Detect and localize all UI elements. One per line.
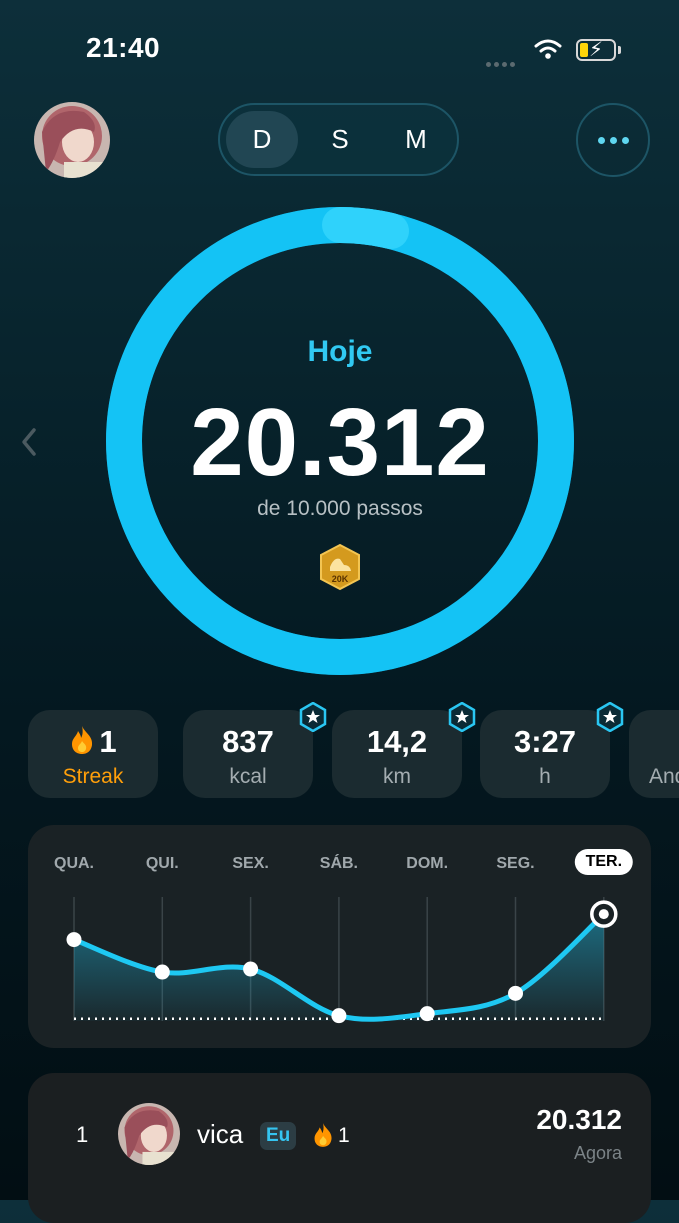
chart-point	[331, 1008, 347, 1024]
star-badge-icon	[448, 702, 476, 732]
battery-cap	[618, 46, 621, 54]
leaderboard-username: vica	[197, 1119, 244, 1149]
leaderboard-rank: 1	[76, 1122, 89, 1147]
kcal-value: 837	[222, 724, 274, 759]
achievement-badge-20k[interactable]: 20K	[318, 543, 362, 596]
streak-label: Streak	[62, 765, 124, 788]
km-label: km	[383, 765, 411, 788]
segment-day[interactable]: D	[226, 111, 298, 168]
streak-value: 1	[99, 724, 117, 759]
chart-point	[419, 1006, 435, 1022]
stat-card-kcal[interactable]: 837 kcal	[183, 702, 327, 798]
km-value: 14,2	[366, 724, 428, 759]
kcal-label: kcal	[229, 765, 267, 788]
me-tag: Eu	[260, 1122, 297, 1150]
more-options-button[interactable]	[576, 103, 650, 177]
chart-point	[154, 964, 170, 980]
partial-stat-label: And	[649, 765, 679, 788]
weekly-steps-chart[interactable]: QUA. QUI. SEX. SÁB. DOM. SEG. TER.	[28, 825, 651, 1048]
hours-value: 3:27	[513, 724, 577, 759]
wifi-icon	[534, 39, 562, 59]
svg-text:20K: 20K	[332, 574, 349, 584]
chart-point	[243, 961, 259, 977]
chevron-left-icon[interactable]	[16, 418, 42, 466]
star-badge-icon	[596, 702, 624, 732]
stat-card-km[interactable]: 14,2 km	[332, 702, 476, 798]
star-badge-icon	[299, 702, 327, 732]
period-segmented-control: D S M	[218, 103, 459, 176]
stat-card-streak[interactable]: 1 Streak	[28, 710, 158, 798]
chart-point	[508, 985, 523, 1001]
step-goal-text: de 10.000 passos	[257, 497, 423, 520]
chart-point-selected-dot	[598, 909, 609, 920]
profile-avatar[interactable]	[34, 102, 110, 178]
flame-icon	[69, 725, 95, 763]
leaderboard-streak: 1	[338, 1124, 350, 1147]
leaderboard-avatar[interactable]	[118, 1103, 180, 1165]
leaderboard-steps: 20.312	[536, 1104, 622, 1135]
chart-point	[66, 932, 82, 948]
battery-icon: ⚡	[576, 39, 616, 61]
cellular-signal-icon	[486, 54, 518, 72]
period-label: Hoje	[307, 335, 373, 368]
stat-card-hours[interactable]: 3:27 h	[480, 702, 624, 798]
hours-label: h	[539, 765, 551, 788]
leaderboard-updated: Agora	[573, 1143, 622, 1163]
status-time: 21:40	[86, 32, 161, 63]
segment-month[interactable]: M	[380, 111, 452, 168]
shoe-badge-icon: 20K	[320, 543, 360, 591]
step-count: 20.312	[190, 389, 490, 496]
segment-week[interactable]: S	[304, 111, 376, 168]
flame-icon	[314, 1123, 332, 1147]
stat-card-partial[interactable]: And	[629, 710, 679, 798]
ellipsis-icon	[597, 136, 605, 144]
